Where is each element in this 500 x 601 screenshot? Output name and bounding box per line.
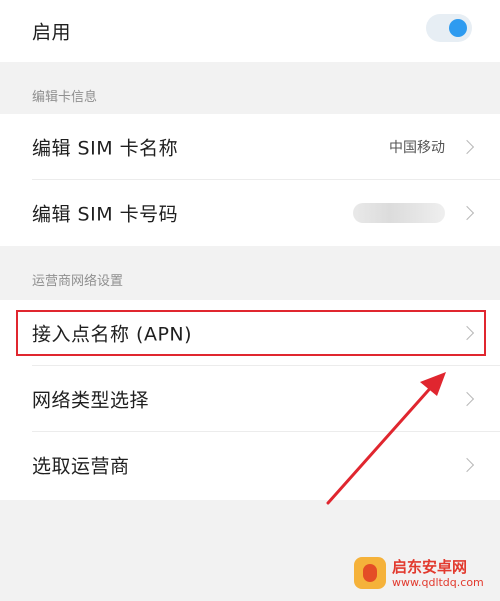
watermark-title: 启东安卓网 <box>392 558 468 576</box>
chevron-right-icon <box>459 205 475 221</box>
chevron-right-icon <box>459 457 475 473</box>
toggle-knob <box>449 19 467 37</box>
card-info-card: 编辑 SIM 卡名称 中国移动 编辑 SIM 卡号码 <box>0 114 500 246</box>
enable-toggle[interactable] <box>426 14 472 42</box>
apn-row[interactable]: 接入点名称 (APN) <box>0 300 500 366</box>
edit-sim-number-row[interactable]: 编辑 SIM 卡号码 <box>0 180 500 246</box>
sim-name-value: 中国移动 <box>389 140 445 156</box>
chevron-right-icon <box>459 325 475 341</box>
edit-sim-name-label: 编辑 SIM 卡名称 <box>32 137 179 160</box>
network-type-row[interactable]: 网络类型选择 <box>0 366 500 432</box>
chevron-right-icon <box>459 391 475 407</box>
network-type-label: 网络类型选择 <box>32 389 150 412</box>
sim-number-value-blurred <box>353 203 445 223</box>
sim-settings-page: 启用 编辑卡信息 编辑 SIM 卡名称 中国移动 编辑 SIM 卡号码 运营商网… <box>0 0 500 601</box>
apn-label: 接入点名称 (APN) <box>32 323 193 346</box>
select-carrier-row[interactable]: 选取运营商 <box>0 432 500 498</box>
enable-row[interactable]: 启用 <box>0 0 500 62</box>
carrier-settings-card: 接入点名称 (APN) 网络类型选择 选取运营商 <box>0 300 500 500</box>
enable-card: 启用 <box>0 0 500 62</box>
watermark-subtitle: www.qdltdq.com <box>392 576 484 589</box>
watermark: 启东安卓网 www.qdltdq.com <box>354 553 494 593</box>
enable-label: 启用 <box>32 21 72 44</box>
chevron-right-icon <box>459 139 475 155</box>
select-carrier-label: 选取运营商 <box>32 455 130 478</box>
section-header-card-info: 编辑卡信息 <box>32 90 98 105</box>
watermark-logo-icon <box>354 557 386 589</box>
section-header-carrier-settings: 运营商网络设置 <box>32 274 124 289</box>
edit-sim-number-label: 编辑 SIM 卡号码 <box>32 203 179 226</box>
edit-sim-name-row[interactable]: 编辑 SIM 卡名称 中国移动 <box>0 114 500 180</box>
